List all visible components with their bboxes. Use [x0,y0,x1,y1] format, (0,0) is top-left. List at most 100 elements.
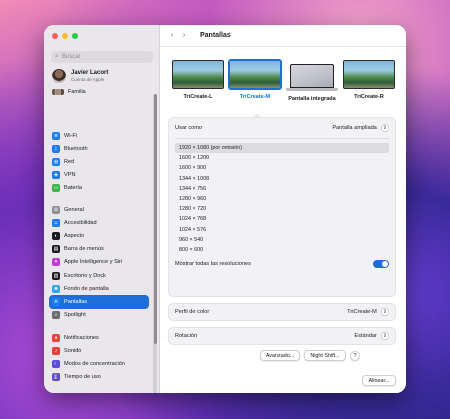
sidebar-item-fondo-de-pantalla[interactable]: ❀ Fondo de pantalla [49,282,149,295]
usage-select[interactable]: Pantalla ampliada ⇕ [332,124,389,132]
globe-icon: ◍ [52,157,60,166]
sidebar-item-label: Escritorio y Dock [64,272,106,279]
sidebar-item-pantalla-de-bloqueo[interactable]: ▣Pantalla de bloqueo [49,391,149,393]
resolution-option[interactable]: 1344 × 1008 [175,174,389,184]
display-icon: ☀ [52,297,60,306]
moon-icon: ☾ [52,359,60,368]
menubar-icon: ▤ [52,245,60,254]
sidebar-item-barra-de-menús[interactable]: ▤ Barra de menús [49,243,149,256]
search-input[interactable]: ⌕ Buscar [51,51,153,63]
sidebar-item-label: Bluetooth [64,145,88,152]
sidebar-item-label: Batería [64,185,83,192]
show-all-toggle[interactable] [373,260,389,269]
resolution-option[interactable]: 1280 × 960 [175,194,389,204]
resolution-option[interactable]: 960 × 540 [175,235,389,245]
sidebar-item-aspecto[interactable]: ◐ Aspecto [49,229,149,242]
sidebar-item-apple-intelligence-y-siri[interactable]: ✦ Apple Intelligence y Siri [49,256,149,269]
resolution-option[interactable]: 800 × 600 [175,245,389,255]
advanced-button[interactable]: Avanzado... [260,350,300,361]
resolution-option[interactable]: 1600 × 900 [175,163,389,173]
sidebar-item-spotlight[interactable]: ⌕ Spotlight [49,309,149,322]
display-tricreate-m[interactable]: TriCreate-M [229,60,281,102]
sidebar-item-red[interactable]: ◍ Red [49,155,149,168]
page-title: Pantallas [200,32,231,39]
night-shift-button[interactable]: Night Shift... [304,350,346,361]
color-profile-select[interactable]: TriCreate-M ⇕ [347,308,389,316]
resolution-panel: Usar como Pantalla ampliada ⇕ 1920 × 108… [168,117,396,297]
resolution-list: 1920 × 1080 (por omisión) 1600 × 1200 1600… [175,143,389,255]
back-button[interactable]: ‹ [166,30,178,41]
sidebar-item-escritorio-y-dock[interactable]: ▥ Escritorio y Dock [49,269,149,282]
toolbar: ‹ › Pantallas [160,25,406,47]
sidebar-item-bluetooth[interactable]: ᛒ Bluetooth [49,142,149,155]
appearance-icon: ◐ [52,231,60,240]
show-all-row: Mostrar todas las resoluciones [169,257,395,271]
avatar [52,69,66,83]
show-all-label: Mostrar todas las resoluciones [175,261,251,268]
forward-button[interactable]: › [178,30,190,41]
bell-icon: ● [52,333,60,342]
search-placeholder: Buscar [61,54,81,60]
sidebar-item-wi-fi[interactable]: ≋ Wi-Fi [49,129,149,142]
sidebar: ⌕ Buscar Javier Lacort Cuenta de Apple F… [44,25,160,393]
display-tricreate-r[interactable]: TriCreate-R [343,60,395,102]
color-profile-value: TriCreate-M [347,309,377,315]
user-name: Javier Lacort [71,70,109,76]
sidebar-item-tiempo-de-uso[interactable]: ⌛ Tiempo de uso [49,371,149,384]
scrollbar-thumb[interactable] [153,94,157,344]
sidebar-item-sonido[interactable]: ♪ Sonido [49,344,149,357]
sidebar-group: ▣Pantalla de bloqueo✋Privacidad y seguri… [49,391,149,393]
sidebar-item-accesibilidad[interactable]: ☺ Accesibilidad [49,216,149,229]
sidebar-item-batería[interactable]: ▭ Batería [49,182,149,195]
display-label: TriCreate-M [239,94,271,100]
close-button[interactable] [52,33,58,39]
color-profile-row: Perfil de color TriCreate-M ⇕ [169,304,395,320]
resolution-option[interactable]: 1920 × 1080 (por omisión) [175,143,389,154]
sidebar-item-general[interactable]: ⚙ General [49,203,149,216]
rotation-row: Rotación Estándar ⇕ [169,328,395,344]
monitor-icon [229,60,281,89]
sidebar-item-pantallas[interactable]: ☀ Pantallas [49,295,149,309]
rotation-select[interactable]: Estándar ⇕ [354,332,389,340]
hourglass-icon: ⌛ [52,373,60,382]
help-button[interactable]: ? [350,350,360,361]
sidebar-item-label: Wi-Fi [64,132,78,139]
vpn-icon: ◈ [52,171,60,180]
resolution-option[interactable]: 1600 × 1200 [175,153,389,163]
resolution-option[interactable]: 1344 × 756 [175,184,389,194]
sidebar-item-label: VPN [64,172,76,179]
sidebar-group: ● Notificaciones ♪ Sonido ☾ Modos de concentr… [49,331,149,384]
user-subtitle: Cuenta de Apple [71,77,105,82]
updown-chevron-icon: ⇕ [380,308,389,316]
display-integrated[interactable]: Pantalla integrada [286,60,338,102]
display-tricreate-l[interactable]: TriCreate-L [172,60,224,102]
sidebar-scrollbar[interactable] [153,94,157,393]
spotlight-icon: ⌕ [52,311,60,320]
sidebar-item-label: Tiempo de uso [64,374,101,381]
sidebar-item-notificaciones[interactable]: ● Notificaciones [49,331,149,344]
sidebar-item-vpn[interactable]: ◈ VPN [49,169,149,182]
main-content: ‹ › Pantallas TriCreate-L TriCreate-M Pa… [160,25,406,393]
sidebar-item-label: Pantallas [64,298,88,305]
resolution-option[interactable]: 1024 × 768 [175,214,389,224]
updown-chevron-icon: ⇕ [380,332,389,340]
window-controls [52,33,78,39]
minimize-button[interactable] [62,33,68,39]
display-label: Pantalla integrada [288,96,336,102]
align-button[interactable]: Alinear... [362,375,396,386]
sidebar-item-modos-de-concentración[interactable]: ☾ Modos de concentración [49,357,149,370]
user-account[interactable]: Javier Lacort Cuenta de Apple [52,69,108,83]
family-icon [52,89,64,95]
laptop-icon [290,64,334,88]
sidebar-item-family[interactable]: Familia [52,89,86,95]
resolution-option[interactable]: 1280 × 720 [175,204,389,214]
divider [175,138,389,139]
usage-label: Usar como [175,125,203,131]
rotation-label: Rotación [175,333,198,339]
resolution-option[interactable]: 1024 × 576 [175,225,389,235]
zoom-button[interactable] [72,33,78,39]
sidebar-item-label: General [64,206,84,213]
gear-icon: ⚙ [52,205,60,214]
accessibility-icon: ☺ [52,218,60,227]
chevron-left-icon: ‹ [170,32,174,39]
